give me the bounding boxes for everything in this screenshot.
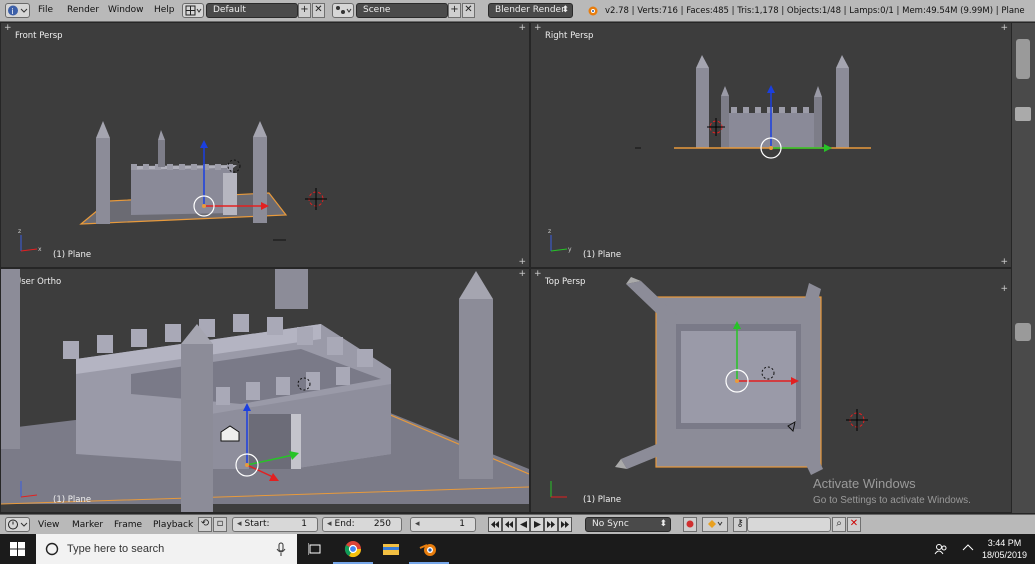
chrome-icon[interactable] (344, 540, 362, 558)
people-icon[interactable] (934, 543, 948, 555)
clock-icon (8, 519, 28, 530)
properties-panel-strip[interactable] (1012, 23, 1035, 513)
menu-help[interactable]: Help (154, 5, 175, 15)
taskbar-search-box[interactable]: Type here to search (36, 534, 297, 564)
menu-file[interactable]: File (38, 5, 53, 15)
active-object-label: (1) Plane (53, 495, 92, 505)
activate-windows-subtitle: Go to Settings to activate Windows. (813, 495, 971, 506)
windows-start-icon[interactable] (10, 542, 26, 557)
current-frame-value: 1 (459, 519, 465, 529)
file-explorer-icon[interactable] (382, 541, 400, 557)
svg-text:y: y (568, 246, 572, 253)
timeline-menu-marker[interactable]: Marker (72, 520, 103, 530)
windows-taskbar: Type here to search 3:44 PM 18/05/2019 (0, 534, 1035, 564)
screen-layout-field[interactable]: Default (206, 3, 298, 18)
timeline-header: View Marker Frame Playback ⟲ ▫ ◂ Start: 1… (0, 514, 1035, 534)
sync-mode-label: No Sync (592, 519, 629, 529)
blender-taskbar-icon[interactable] (419, 540, 439, 558)
start-frame-label: Start: (244, 519, 270, 529)
end-frame-field[interactable]: ◂ End: 250 (322, 517, 402, 532)
active-object-label: (1) Plane (583, 495, 622, 505)
task-view-icon[interactable] (308, 543, 322, 555)
add-layout-button[interactable]: + (298, 3, 311, 18)
svg-text:z: z (18, 228, 21, 235)
insert-keyframe-button[interactable]: ⌕ (832, 517, 846, 532)
updown-arrow-icon: ⬍ (659, 519, 667, 529)
search-placeholder: Type here to search (67, 543, 165, 555)
active-object-label: (1) Plane (53, 250, 92, 260)
panel-scrollbar[interactable] (1016, 39, 1030, 79)
svg-text:z: z (548, 228, 551, 235)
start-frame-value: 1 (301, 519, 307, 529)
timeline-menu-view[interactable]: View (38, 520, 59, 530)
remove-layout-button[interactable]: ✕ (312, 3, 325, 18)
remove-scene-button[interactable]: ✕ (462, 3, 475, 18)
render-engine-label: Blender Render (495, 5, 565, 15)
viewport-user[interactable]: User Ortho + (1) Plane (1, 269, 529, 512)
microphone-icon[interactable] (276, 542, 286, 557)
add-scene-button[interactable]: + (448, 3, 461, 18)
search-icon (45, 542, 59, 556)
scene-statistics: v2.78 | Verts:716 | Faces:485 | Tris:1,1… (605, 6, 1025, 16)
svg-text:i: i (12, 7, 14, 16)
editor-type-button[interactable]: i (5, 3, 30, 18)
timeline-menu-playback[interactable]: Playback (153, 520, 193, 530)
system-clock[interactable]: 3:44 PM 18/05/2019 (982, 537, 1027, 561)
timeline-menu-frame[interactable]: Frame (114, 520, 142, 530)
clock-time: 3:44 PM (987, 538, 1022, 548)
activate-windows-title: Activate Windows (813, 476, 916, 491)
keyframe-type-button[interactable] (702, 517, 728, 532)
delete-keyframe-button[interactable]: ✕ (847, 517, 861, 532)
updown-arrow-icon: ⬍ (561, 5, 569, 15)
end-frame-value: 250 (373, 519, 391, 529)
info-icon: i (8, 5, 28, 16)
viewport-right[interactable]: Right Persp + + + zy (1) Plane (531, 23, 1011, 267)
timeline-editor-type-button[interactable] (5, 517, 30, 532)
front-scene-graphic: zx (18, 121, 327, 253)
active-object-label: (1) Plane (583, 250, 622, 260)
viewport-top[interactable]: Top Persp + + (1) Plane (531, 269, 1011, 512)
clock-date: 18/05/2019 (981, 550, 1027, 560)
sync-mode-select[interactable]: No Sync ⬍ (585, 517, 671, 532)
user-scene-graphic (1, 269, 529, 512)
menu-window[interactable]: Window (108, 5, 144, 15)
render-engine-select[interactable]: Blender Render ⬍ (488, 3, 573, 18)
scene-icon[interactable] (332, 3, 354, 18)
preview-range-toggle[interactable]: ⟲ (198, 517, 212, 532)
viewport-front[interactable]: Front Persp + + + zx (1) Plane (1, 23, 529, 267)
menu-render[interactable]: Render (67, 5, 99, 15)
top-scene-graphic (550, 277, 868, 498)
panel-scrollbar-lower[interactable] (1015, 323, 1031, 341)
current-frame-field[interactable]: ◂ 1 (410, 517, 476, 532)
screen-layout-icon[interactable] (182, 3, 204, 18)
keying-set-icon[interactable]: ▫ (213, 517, 227, 532)
panel-tab-icon[interactable] (1015, 107, 1031, 121)
right-scene-graphic: zy (548, 55, 871, 253)
info-header: i File Render Window Help Default + ✕ Sc… (0, 0, 1035, 22)
start-frame-field[interactable]: ◂ Start: 1 (232, 517, 318, 532)
svg-text:x: x (38, 246, 42, 253)
blender-logo-icon (588, 6, 598, 16)
active-keying-set-field[interactable] (747, 517, 831, 532)
scene-field[interactable]: Scene (356, 3, 448, 18)
end-frame-label: End: (334, 519, 355, 529)
keying-set-button[interactable]: ⚷ (733, 517, 747, 532)
playback-controls[interactable] (488, 517, 582, 532)
record-button[interactable] (683, 517, 697, 532)
chevron-up-icon[interactable] (962, 544, 974, 552)
